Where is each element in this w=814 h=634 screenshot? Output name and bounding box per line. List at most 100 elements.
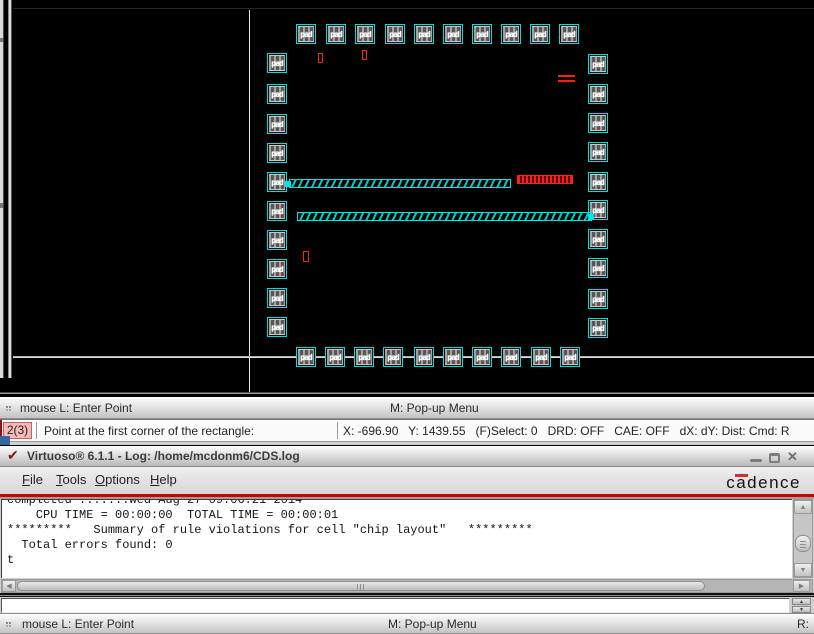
pad-label: pad (329, 352, 341, 362)
pad-cell[interactable]: pad (383, 347, 403, 367)
pad-cell[interactable]: pad (267, 53, 287, 73)
mouse-binding-middle: M: Pop-up Menu (388, 617, 477, 631)
pad-cell[interactable]: pad (267, 317, 287, 337)
pad-label: pad (563, 29, 575, 39)
pad-cell[interactable]: pad (267, 143, 287, 163)
desktop-fragment (0, 436, 10, 445)
drc-violation-bar (517, 175, 573, 184)
pad-label: pad (592, 89, 604, 99)
menu-tools[interactable]: Tools (56, 472, 86, 487)
pad-cell[interactable]: pad (530, 24, 550, 44)
pad-label: pad (271, 119, 283, 129)
pane-resize-widget: ▲ ▼ (792, 598, 811, 613)
pad-cell[interactable]: pad (326, 24, 346, 44)
pad-label: pad (592, 263, 604, 273)
virtuoso-icon: ✔ (7, 447, 19, 463)
log-horizontal-scrollbar[interactable]: ◀ ▶ (1, 579, 813, 593)
scroll-down-icon[interactable]: ▼ (794, 563, 812, 577)
pad-cell[interactable]: pad (414, 347, 434, 367)
log-window-titlebar[interactable]: ✔ Virtuoso® 6.1.1 - Log: /home/mcdonm6/C… (0, 446, 814, 467)
pad-label: pad (592, 294, 604, 304)
pad-cell[interactable]: pad (267, 230, 287, 250)
layout-status-bar: mouse L: Enter Point M: Pop-up Menu (0, 397, 814, 419)
pad-label: pad (271, 322, 283, 332)
drc-marker (303, 251, 309, 262)
pad-cell[interactable]: pad (588, 84, 608, 104)
maximize-button[interactable] (769, 453, 780, 463)
coordinate-readout: X: -696.90 Y: 1439.55 (F)Select: 0 DRD: … (343, 424, 790, 438)
scroll-right-icon[interactable]: ▶ (793, 580, 810, 592)
pad-label: pad (389, 29, 401, 39)
pad-label: pad (418, 29, 430, 39)
menu-options[interactable]: Options (95, 472, 140, 487)
pad-cell[interactable]: pad (588, 172, 608, 192)
pad-cell[interactable]: pad (296, 24, 316, 44)
menu-help[interactable]: Help (150, 472, 177, 487)
log-line: Total errors found: 0 (7, 538, 173, 552)
pad-cell[interactable]: pad (588, 113, 608, 133)
log-window-title: Virtuoso® 6.1.1 - Log: /home/mcdonm6/CDS… (27, 449, 300, 463)
pad-cell[interactable]: pad (588, 258, 608, 278)
pad-cell[interactable]: pad (443, 347, 463, 367)
pad-cell[interactable]: pad (559, 24, 579, 44)
log-text-area[interactable]: completed .......Wed Aug 27 09:06:21 201… (1, 499, 792, 578)
pad-cell[interactable]: pad (531, 347, 551, 367)
pad-label: pad (592, 118, 604, 128)
pad-cell[interactable]: pad (588, 289, 608, 309)
trace-endpoint (588, 214, 594, 220)
pad-label: pad (592, 323, 604, 333)
expand-down-icon[interactable]: ▼ (792, 606, 811, 613)
minimize-button[interactable] (750, 459, 762, 462)
pad-cell[interactable]: pad (588, 142, 608, 162)
pad-label: pad (592, 147, 604, 157)
separator (36, 422, 37, 439)
pad-cell[interactable]: pad (267, 201, 287, 221)
metal-trace[interactable] (289, 179, 511, 188)
pad-cell[interactable]: pad (501, 24, 521, 44)
pad-cell[interactable]: pad (501, 347, 521, 367)
pad-cell[interactable]: pad (414, 24, 434, 44)
pad-cell[interactable]: pad (560, 347, 580, 367)
pad-label: pad (271, 293, 283, 303)
pad-label: pad (447, 352, 459, 362)
canvas-top-border (13, 8, 814, 9)
window-edge-strip (8, 0, 12, 378)
pad-cell[interactable]: pad (267, 259, 287, 279)
prompt-bar: 2(3) Point at the first corner of the re… (0, 419, 814, 442)
pad-label: pad (592, 177, 604, 187)
separator (337, 422, 338, 439)
pad-cell[interactable]: pad (267, 288, 287, 308)
pad-cell[interactable]: pad (588, 318, 608, 338)
command-input[interactable] (1, 598, 789, 613)
edge-mark (0, 38, 3, 42)
pad-label: pad (271, 264, 283, 274)
scroll-left-icon[interactable]: ◀ (2, 580, 16, 592)
pad-cell[interactable]: pad (588, 229, 608, 249)
pad-cell[interactable]: pad (325, 347, 345, 367)
pad-cell[interactable]: pad (355, 24, 375, 44)
pad-label: pad (300, 352, 312, 362)
pad-cell[interactable]: pad (472, 347, 492, 367)
log-vertical-scrollbar[interactable]: ▲ ▼ (793, 499, 813, 578)
pad-cell[interactable]: pad (267, 114, 287, 134)
layout-canvas[interactable]: pad pad pad pad pad pad pad pad pad pad pad pad pad p… (0, 0, 814, 397)
pad-cell[interactable]: pad (267, 172, 287, 192)
pad-cell[interactable]: pad (267, 84, 287, 104)
scroll-up-icon[interactable]: ▲ (794, 500, 812, 514)
pad-cell[interactable]: pad (385, 24, 405, 44)
pad-cell[interactable]: pad (443, 24, 463, 44)
expand-up-icon[interactable]: ▲ (792, 598, 811, 605)
grip-icon (6, 622, 8, 624)
pad-label: pad (271, 235, 283, 245)
pad-label: pad (330, 29, 342, 39)
vertical-scroll-thumb[interactable] (795, 535, 811, 552)
pad-cell[interactable]: pad (588, 54, 608, 74)
close-icon[interactable]: ✕ (787, 449, 798, 465)
pad-cell[interactable]: pad (472, 24, 492, 44)
horizontal-scroll-thumb[interactable] (17, 581, 705, 591)
pad-label: pad (387, 352, 399, 362)
menu-file[interactable]: File (22, 472, 43, 487)
pad-cell[interactable]: pad (354, 347, 374, 367)
pad-cell[interactable]: pad (296, 347, 316, 367)
metal-trace[interactable] (297, 212, 592, 221)
